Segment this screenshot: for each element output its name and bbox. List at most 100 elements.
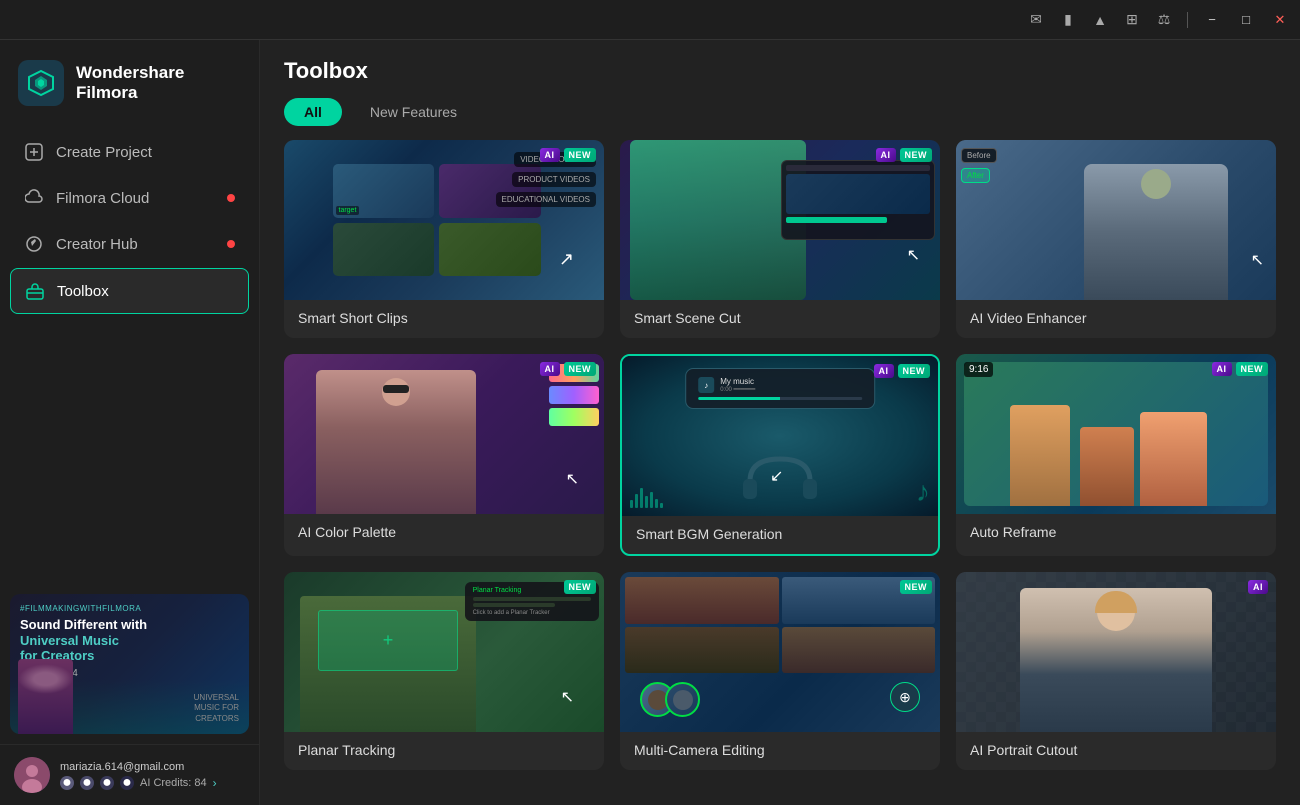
separator [1187,12,1188,28]
tool-card-smart-bgm-generation[interactable]: ♪ My music 0:00 ━━━━━━ [620,354,940,556]
ai-badge: AI [540,362,560,376]
new-badge: NEW [900,148,933,162]
sidebar-item-label: Toolbox [57,283,109,300]
notification-dot [227,240,235,248]
tool-thumbnail: ♪ My music 0:00 ━━━━━━ [622,356,938,516]
user-credits-row: ● ● ● ● AI Credits: 84 › [60,776,245,790]
tool-thumbnail: ↖ AI NEW [284,354,604,514]
tool-card-smart-scene-cut[interactable]: ↖ AI NEW Smart Scene Cut [620,140,940,338]
promo-tag: #FilmmakingWithFilmora [20,604,239,613]
badges: AI NEW [540,362,597,376]
sidebar-item-toolbox[interactable]: Toolbox [10,268,249,314]
new-badge: NEW [900,580,933,594]
sidebar-item-label: Creator Hub [56,236,138,253]
tool-label: Smart BGM Generation [622,516,938,554]
credit-icon-1: ● [60,776,74,790]
badges: AI NEW [540,148,597,162]
new-badge: NEW [564,148,597,162]
tool-card-planar-tracking[interactable]: + Planar Tracking Click to add a Planar … [284,572,604,770]
user-area: mariazia.614@gmail.com ● ● ● ● AI Credit… [0,744,259,805]
user-arrow-icon[interactable]: › [213,776,217,790]
sidebar-bottom: #FilmmakingWithFilmora Sound Different w… [0,584,259,805]
tools-grid: target [260,140,1300,794]
tab-bar: All New Features [284,98,1276,126]
tool-thumbnail: + Planar Tracking Click to add a Planar … [284,572,604,732]
badges: AI NEW [874,364,931,378]
tool-card-auto-reframe[interactable]: 9:16 AI NEW Auto Reframe [956,354,1276,556]
sidebar-item-create-project[interactable]: Create Project [10,130,249,174]
time-badge: 9:16 [964,362,993,377]
tool-label: Multi-Camera Editing [620,732,940,770]
new-badge: NEW [1236,362,1269,376]
badges: AI [1248,580,1268,594]
ai-badge: AI [540,148,560,162]
user-email: mariazia.614@gmail.com [60,761,245,773]
nav-items: Create Project Filmora Cloud [0,130,259,314]
maximize-button[interactable]: □ [1236,10,1256,30]
sidebar-item-label: Create Project [56,144,152,161]
ai-badge: AI [874,364,894,378]
sidebar: Wondershare Filmora Create Project [0,40,260,805]
app-logo [18,60,64,106]
new-badge: NEW [564,362,597,376]
tool-label: AI Portrait Cutout [956,732,1276,770]
badges: AI NEW [876,148,933,162]
tool-card-ai-portrait-cutout[interactable]: AI AI Portrait Cutout [956,572,1276,770]
credit-icon-4: ● [120,776,134,790]
tool-thumbnail: AI [956,572,1276,732]
title-bar: ✉ ▮ ▲ ⊞ ⚖ − □ ✕ [0,0,1300,40]
close-button[interactable]: ✕ [1270,10,1290,30]
user-credits: AI Credits: 84 [140,777,207,789]
tool-label: Planar Tracking [284,732,604,770]
tool-label: Auto Reframe [956,514,1276,552]
tool-thumbnail: ⊕ NEW [620,572,940,732]
plus-square-icon [24,142,44,162]
tab-all[interactable]: All [284,98,342,126]
tool-label: Smart Short Clips [284,300,604,338]
cloud-icon [24,188,44,208]
tool-thumbnail: ↖ AI NEW [620,140,940,300]
badges: NEW [900,580,933,594]
cloud-upload-icon[interactable]: ▲ [1091,11,1109,29]
page-title: Toolbox [284,58,1276,84]
sidebar-item-filmora-cloud[interactable]: Filmora Cloud [10,176,249,220]
tab-new-features[interactable]: New Features [350,98,477,126]
credit-icon-2: ● [80,776,94,790]
tool-thumbnail: target [284,140,604,300]
tool-label: Smart Scene Cut [620,300,940,338]
compass-icon [24,234,44,254]
ai-badge: AI [876,148,896,162]
promo-banner[interactable]: #FilmmakingWithFilmora Sound Different w… [10,594,249,734]
content-header: Toolbox All New Features [260,40,1300,140]
avatar [14,757,50,793]
user-info: mariazia.614@gmail.com ● ● ● ● AI Credit… [60,761,245,790]
sidebar-item-label: Filmora Cloud [56,190,149,207]
minimize-button[interactable]: − [1202,10,1222,30]
grid-icon[interactable]: ⊞ [1123,11,1141,29]
bookmark-icon[interactable]: ✉ [1027,11,1045,29]
toolbox-icon [25,281,45,301]
ai-badge: AI [1212,362,1232,376]
monitor-icon[interactable]: ▮ [1059,11,1077,29]
content-area: Toolbox All New Features target [260,40,1300,805]
tool-card-ai-video-enhancer[interactable]: Before After ↖ AI Video Enhancer [956,140,1276,338]
new-badge: NEW [898,364,931,378]
tool-thumbnail: 9:16 AI NEW [956,354,1276,514]
title-bar-icons: ✉ ▮ ▲ ⊞ ⚖ − □ ✕ [1027,10,1290,30]
credit-icon-3: ● [100,776,114,790]
logo-area: Wondershare Filmora [0,40,259,130]
ai-badge: AI [1248,580,1268,594]
tool-card-multi-camera-editing[interactable]: ⊕ NEW Multi-Camera Editing [620,572,940,770]
sidebar-item-creator-hub[interactable]: Creator Hub [10,222,249,266]
badges: AI NEW [1212,362,1269,376]
tool-thumbnail: Before After ↖ [956,140,1276,300]
tool-label: AI Video Enhancer [956,300,1276,338]
main-layout: Wondershare Filmora Create Project [0,40,1300,805]
badges: NEW [564,580,597,594]
app-name: Wondershare Filmora [76,63,241,104]
tool-card-ai-color-palette[interactable]: ↖ AI NEW AI Color Palette [284,354,604,556]
headset-icon[interactable]: ⚖ [1155,11,1173,29]
new-badge: NEW [564,580,597,594]
tool-label: AI Color Palette [284,514,604,552]
tool-card-smart-short-clips[interactable]: target [284,140,604,338]
